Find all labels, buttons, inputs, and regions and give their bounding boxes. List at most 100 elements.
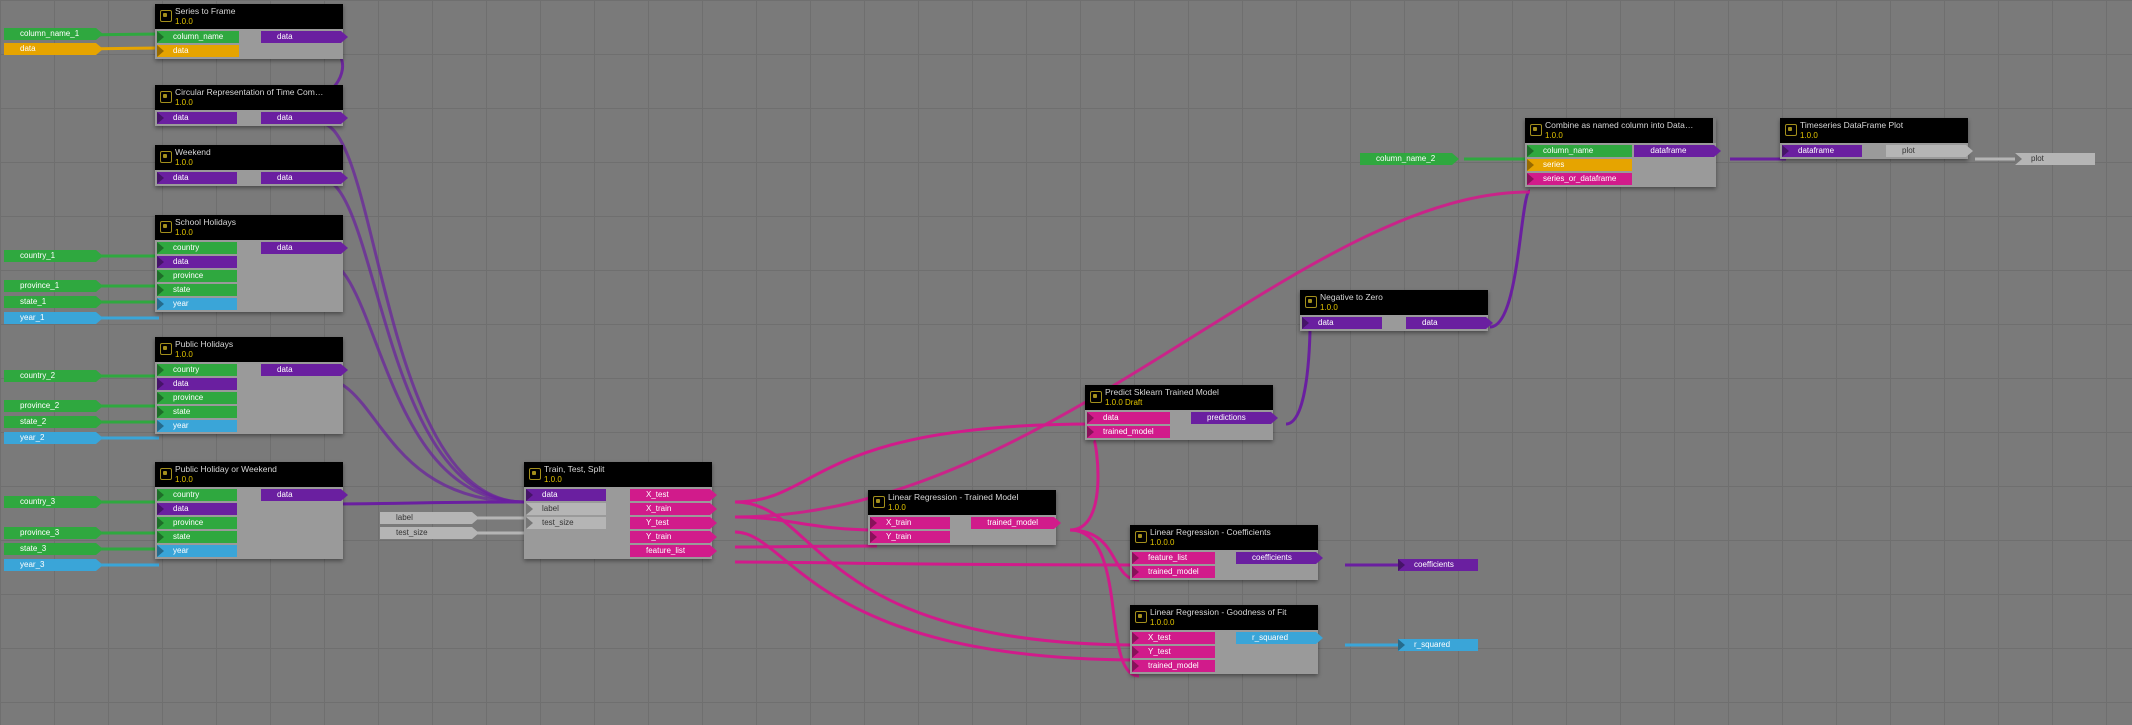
port-in-label[interactable]: label xyxy=(526,503,606,515)
node-ts-plot[interactable]: Timeseries DataFrame Plot 1.0.0 datafram… xyxy=(1780,118,1968,159)
port-in-year[interactable]: year xyxy=(157,545,237,557)
port-in-province[interactable]: province xyxy=(157,270,237,282)
port-out[interactable]: province_2 xyxy=(4,400,96,412)
port-in-data[interactable]: data xyxy=(157,45,239,57)
src-province-2[interactable]: province_2 xyxy=(4,400,96,412)
port-in-trained-model[interactable]: trained_model xyxy=(1087,426,1170,438)
node-combine[interactable]: Combine as named column into DataFra… 1.… xyxy=(1525,118,1716,187)
port-in-x-test[interactable]: X_test xyxy=(1132,632,1215,644)
port-in-province[interactable]: province xyxy=(157,517,237,529)
node-lr-coef[interactable]: Linear Regression - Coefficients 1.0.0.0… xyxy=(1130,525,1318,580)
src-country-1[interactable]: country_1 xyxy=(4,250,96,262)
port-in-x-train[interactable]: X_train xyxy=(870,517,950,529)
port-out-y-train[interactable]: Y_train xyxy=(630,531,710,543)
src-country-3[interactable]: country_3 xyxy=(4,496,96,508)
port-in-column-name[interactable]: column_name xyxy=(157,31,239,43)
port-in-y-train[interactable]: Y_train xyxy=(870,531,950,543)
port-in-feature-list[interactable]: feature_list xyxy=(1132,552,1215,564)
src-data[interactable]: data xyxy=(4,43,96,55)
node-neg-zero[interactable]: Negative to Zero 1.0.0 data data xyxy=(1300,290,1488,331)
port-in-country[interactable]: country xyxy=(157,242,237,254)
src-state-2[interactable]: state_2 xyxy=(4,416,96,428)
port-in-dataframe[interactable]: dataframe xyxy=(1782,145,1862,157)
node-header[interactable]: Public Holiday or Weekend 1.0.0 xyxy=(155,462,343,487)
src-column-name-1[interactable]: column_name_1 xyxy=(4,28,96,40)
port-in-data[interactable]: data xyxy=(157,112,237,124)
port-out-predictions[interactable]: predictions xyxy=(1191,412,1271,424)
port-in-data[interactable]: data xyxy=(157,172,237,184)
node-header[interactable]: Linear Regression - Goodness of Fit 1.0.… xyxy=(1130,605,1318,630)
src-column-name-2[interactable]: column_name_2 xyxy=(1360,153,1452,165)
src-label[interactable]: label xyxy=(380,512,472,524)
src-province-3[interactable]: province_3 xyxy=(4,527,96,539)
port-out-data[interactable]: data xyxy=(261,364,341,376)
port-out-data[interactable]: data xyxy=(261,31,341,43)
port-in-series[interactable]: series xyxy=(1527,159,1632,171)
node-header[interactable]: Circular Representation of Time Compo… 1… xyxy=(155,85,343,110)
port-out[interactable]: country_3 xyxy=(4,496,96,508)
port-in-trained-model[interactable]: trained_model xyxy=(1132,566,1215,578)
port-in-state[interactable]: state xyxy=(157,284,237,296)
port-out[interactable]: label xyxy=(380,512,472,524)
port-out[interactable]: test_size xyxy=(380,527,472,539)
src-state-3[interactable]: state_3 xyxy=(4,543,96,555)
port-in[interactable]: r_squared xyxy=(1398,639,1478,651)
node-header[interactable]: School Holidays 1.0.0 xyxy=(155,215,343,240)
node-header[interactable]: Train, Test, Split 1.0.0 xyxy=(524,462,712,487)
port-out[interactable]: country_1 xyxy=(4,250,96,262)
node-header[interactable]: Combine as named column into DataFra… 1.… xyxy=(1525,118,1713,143)
node-weekend[interactable]: Weekend 1.0.0 data data xyxy=(155,145,343,186)
node-lr-fit[interactable]: Linear Regression - Goodness of Fit 1.0.… xyxy=(1130,605,1318,674)
port-out-trained-model[interactable]: trained_model xyxy=(971,517,1054,529)
node-train-test-split[interactable]: Train, Test, Split 1.0.0 data label test… xyxy=(524,462,712,559)
port-in-country[interactable]: country xyxy=(157,489,237,501)
port-out[interactable]: state_2 xyxy=(4,416,96,428)
node-public-holidays[interactable]: Public Holidays 1.0.0 country data provi… xyxy=(155,337,343,434)
port-out-y-test[interactable]: Y_test xyxy=(630,517,710,529)
src-year-2[interactable]: year_2 xyxy=(4,432,96,444)
port-in-column-name[interactable]: column_name xyxy=(1527,145,1632,157)
port-out-data[interactable]: data xyxy=(261,489,341,501)
src-year-3[interactable]: year_3 xyxy=(4,559,96,571)
port-in[interactable]: coefficients xyxy=(1398,559,1478,571)
node-header[interactable]: Linear Regression - Trained Model 1.0.0 xyxy=(868,490,1056,515)
port-in-data[interactable]: data xyxy=(526,489,606,501)
sink-coefficients[interactable]: coefficients xyxy=(1398,559,1478,571)
node-header[interactable]: Series to Frame 1.0.0 xyxy=(155,4,343,29)
port-in-year[interactable]: year xyxy=(157,298,237,310)
port-out[interactable]: state_3 xyxy=(4,543,96,555)
port-in-y-test[interactable]: Y_test xyxy=(1132,646,1215,658)
port-out-r-squared[interactable]: r_squared xyxy=(1236,632,1316,644)
node-header[interactable]: Linear Regression - Coefficients 1.0.0.0 xyxy=(1130,525,1318,550)
sink-plot[interactable]: plot xyxy=(2015,153,2095,165)
port-out[interactable]: year_3 xyxy=(4,559,96,571)
port-in-data[interactable]: data xyxy=(157,378,237,390)
port-out-feature-list[interactable]: feature_list xyxy=(630,545,710,557)
src-year-1[interactable]: year_1 xyxy=(4,312,96,324)
port-out[interactable]: country_2 xyxy=(4,370,96,382)
port-out[interactable]: data xyxy=(4,43,96,55)
port-in-trained-model[interactable]: trained_model xyxy=(1132,660,1215,672)
port-out-plot[interactable]: plot xyxy=(1886,145,1966,157)
node-school-holidays[interactable]: School Holidays 1.0.0 country data provi… xyxy=(155,215,343,312)
port-out[interactable]: column_name_2 xyxy=(1360,153,1452,165)
sink-r-squared[interactable]: r_squared xyxy=(1398,639,1478,651)
port-out-data[interactable]: data xyxy=(261,112,341,124)
port-out[interactable]: province_3 xyxy=(4,527,96,539)
src-state-1[interactable]: state_1 xyxy=(4,296,96,308)
port-in-province[interactable]: province xyxy=(157,392,237,404)
port-in-series-or-df[interactable]: series_or_dataframe xyxy=(1527,173,1632,185)
port-out-data[interactable]: data xyxy=(261,242,341,254)
port-in-country[interactable]: country xyxy=(157,364,237,376)
port-in-data[interactable]: data xyxy=(1087,412,1170,424)
node-header[interactable]: Negative to Zero 1.0.0 xyxy=(1300,290,1488,315)
port-out-data[interactable]: data xyxy=(1406,317,1486,329)
port-out-dataframe[interactable]: dataframe xyxy=(1634,145,1714,157)
port-in-year[interactable]: year xyxy=(157,420,237,432)
node-header[interactable]: Weekend 1.0.0 xyxy=(155,145,343,170)
port-in-state[interactable]: state xyxy=(157,406,237,418)
port-out-x-test[interactable]: X_test xyxy=(630,489,710,501)
node-circ-time[interactable]: Circular Representation of Time Compo… 1… xyxy=(155,85,343,126)
node-predict[interactable]: Predict Sklearn Trained Model 1.0.0 Draf… xyxy=(1085,385,1273,440)
node-lr-trained[interactable]: Linear Regression - Trained Model 1.0.0 … xyxy=(868,490,1056,545)
